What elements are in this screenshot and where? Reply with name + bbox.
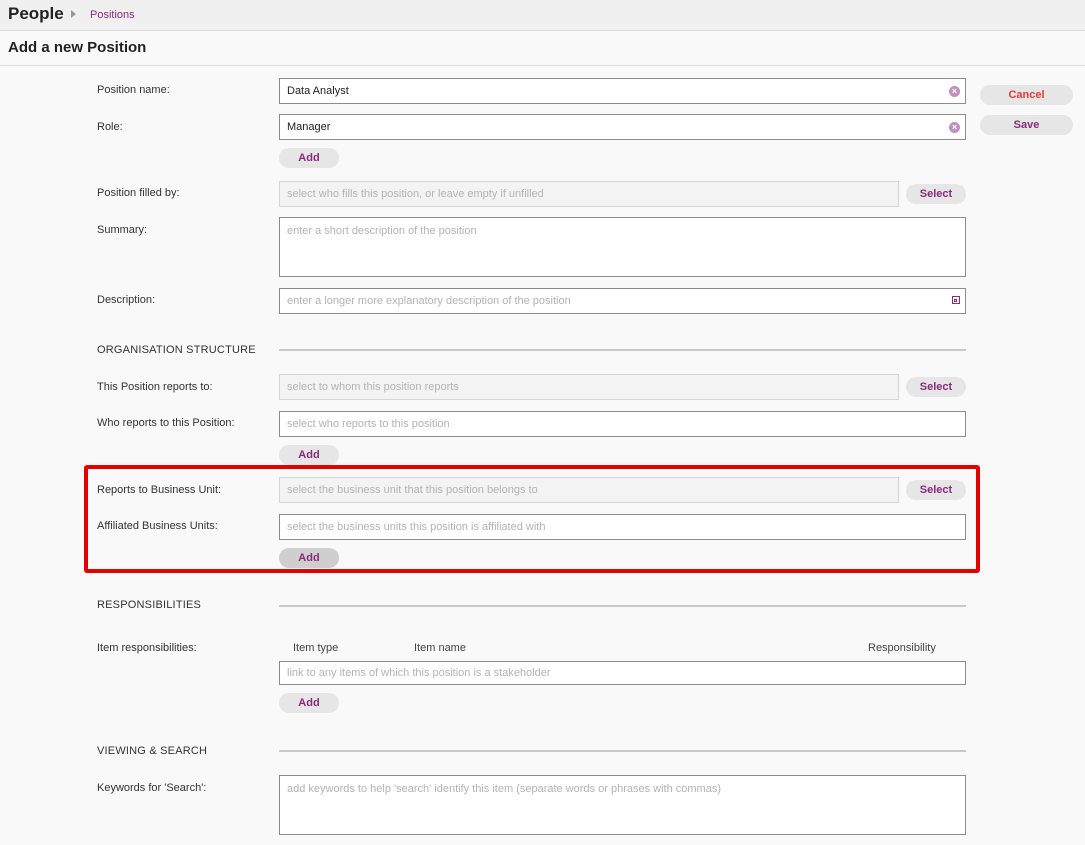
org-structure-divider	[279, 349, 966, 351]
position-name-label: Position name:	[97, 84, 170, 96]
save-button[interactable]: Save	[980, 115, 1073, 135]
responsibilities-divider	[279, 605, 966, 607]
reports-to-placeholder: select to whom this position reports	[287, 381, 459, 393]
column-item-type: Item type	[293, 642, 339, 654]
clear-circle-icon[interactable]: ×	[949, 122, 960, 133]
keywords-textarea[interactable]: add keywords to help 'search' identify t…	[279, 775, 966, 835]
item-responsibilities-label: Item responsibilities:	[97, 642, 197, 654]
description-input[interactable]: enter a longer more explanatory descript…	[279, 288, 966, 314]
filled-by-placeholder: select who fills this position, or leave…	[287, 188, 544, 200]
who-reports-placeholder: select who reports to this position	[287, 418, 450, 430]
summary-label: Summary:	[97, 224, 148, 236]
description-label: Description:	[97, 294, 156, 306]
filled-by-select-button[interactable]: Select	[906, 184, 966, 204]
description-placeholder: enter a longer more explanatory descript…	[287, 295, 571, 307]
responsibilities-heading: RESPONSIBILITIES	[97, 599, 202, 611]
page-title: Add a new Position	[8, 39, 147, 56]
summary-textarea[interactable]: enter a short description of the positio…	[279, 217, 966, 277]
who-reports-label: Who reports to this Position:	[97, 417, 235, 429]
column-item-name: Item name	[414, 642, 466, 654]
breadcrumb-arrow-icon	[71, 10, 76, 18]
item-responsibilities-placeholder: link to any items of which this position…	[287, 667, 551, 679]
summary-placeholder: enter a short description of the positio…	[287, 225, 477, 237]
title-divider	[0, 65, 1085, 66]
role-value: Manager	[287, 121, 331, 133]
reports-to-select-button[interactable]: Select	[906, 377, 966, 397]
org-structure-heading: ORGANISATION STRUCTURE	[97, 344, 256, 356]
item-responsibilities-input[interactable]: link to any items of which this position…	[279, 661, 966, 685]
keywords-placeholder: add keywords to help 'search' identify t…	[287, 783, 721, 795]
clear-circle-icon[interactable]: ×	[949, 86, 960, 97]
keywords-label: Keywords for 'Search':	[97, 782, 207, 794]
role-input[interactable]: Manager ×	[279, 114, 966, 140]
who-reports-input[interactable]: select who reports to this position	[279, 411, 966, 437]
cancel-button[interactable]: Cancel	[980, 85, 1073, 105]
add-responsibility-button[interactable]: Add	[279, 693, 339, 713]
add-role-button[interactable]: Add	[279, 148, 339, 168]
position-name-value: Data Analyst	[287, 85, 349, 97]
viewing-search-heading: VIEWING & SEARCH	[97, 745, 208, 757]
app-title[interactable]: People	[8, 4, 64, 24]
breadcrumb-positions-link[interactable]: Positions	[90, 9, 135, 21]
role-label: Role:	[97, 121, 123, 133]
add-who-reports-button[interactable]: Add	[279, 445, 339, 465]
viewing-search-divider	[279, 750, 966, 752]
position-name-input[interactable]: Data Analyst ×	[279, 78, 966, 104]
filled-by-label: Position filled by:	[97, 187, 180, 199]
column-responsibility: Responsibility	[868, 642, 936, 654]
top-bar: People Positions	[0, 0, 1085, 31]
expand-icon[interactable]	[952, 296, 960, 304]
highlight-box	[84, 465, 980, 573]
filled-by-input[interactable]: select who fills this position, or leave…	[279, 181, 899, 207]
reports-to-input[interactable]: select to whom this position reports	[279, 374, 899, 400]
reports-to-label: This Position reports to:	[97, 381, 213, 393]
